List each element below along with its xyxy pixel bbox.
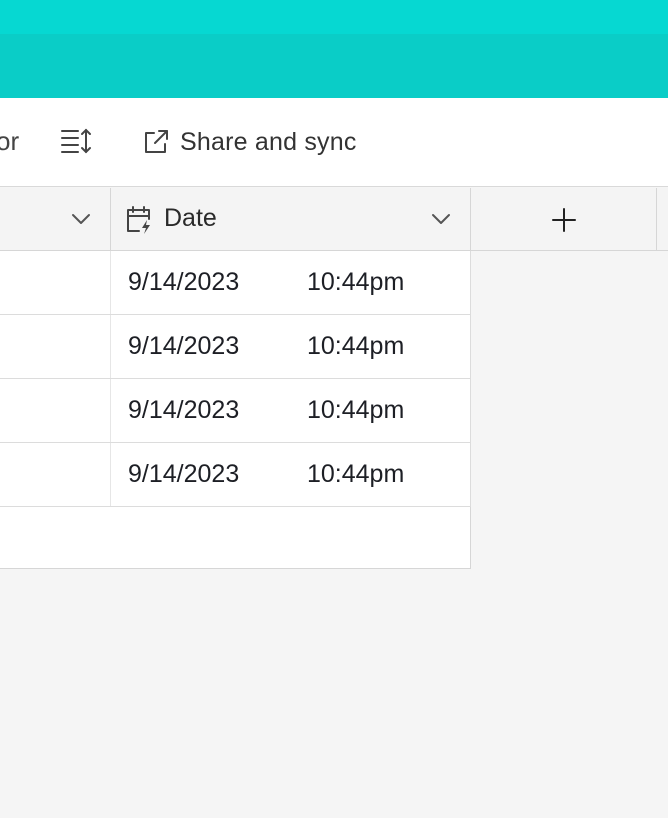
calendar-lightning-icon bbox=[127, 206, 150, 234]
previous-field-cell[interactable] bbox=[0, 443, 111, 506]
previous-field-cell[interactable] bbox=[0, 379, 111, 442]
date-cell[interactable]: 9/14/2023 10:44pm bbox=[111, 315, 471, 378]
view-toolbar: or Share and sync bbox=[0, 98, 668, 187]
share-and-sync-label: Share and sync bbox=[180, 127, 357, 156]
table-row[interactable]: 9/14/2023 10:44pm bbox=[0, 379, 471, 443]
date-value: 9/14/2023 bbox=[128, 460, 240, 488]
previous-field-cell[interactable] bbox=[0, 251, 111, 314]
previous-field-header[interactable] bbox=[0, 188, 111, 251]
chevron-down-icon[interactable] bbox=[430, 210, 452, 228]
table-row[interactable]: 9/14/2023 10:44pm bbox=[0, 315, 471, 379]
time-value: 10:44pm bbox=[307, 396, 405, 424]
plus-icon bbox=[552, 208, 576, 232]
table-tabs-bar bbox=[0, 34, 668, 98]
top-app-bar bbox=[0, 0, 668, 34]
chevron-down-icon[interactable] bbox=[70, 210, 92, 228]
table-row[interactable]: 9/14/2023 10:44pm bbox=[0, 251, 471, 315]
date-value: 9/14/2023 bbox=[128, 268, 240, 296]
date-value: 9/14/2023 bbox=[128, 396, 240, 424]
date-cell[interactable]: 9/14/2023 10:44pm bbox=[111, 251, 471, 314]
app-window: or Share and sync Date 9/14/2023 10:44pm… bbox=[0, 0, 668, 818]
date-field-label: Date bbox=[164, 204, 217, 232]
time-value: 10:44pm bbox=[307, 268, 405, 296]
grid-header-row: Date bbox=[0, 188, 668, 251]
date-cell[interactable]: 9/14/2023 10:44pm bbox=[111, 379, 471, 442]
add-record-row[interactable] bbox=[0, 507, 471, 569]
date-value: 9/14/2023 bbox=[128, 332, 240, 360]
row-height-icon[interactable] bbox=[60, 128, 92, 154]
date-cell[interactable]: 9/14/2023 10:44pm bbox=[111, 443, 471, 506]
date-field-header[interactable]: Date bbox=[111, 188, 471, 251]
add-field-button[interactable] bbox=[471, 188, 657, 251]
grid-rows: 9/14/2023 10:44pm 9/14/2023 10:44pm 9/14… bbox=[0, 251, 471, 569]
time-value: 10:44pm bbox=[307, 460, 405, 488]
share-and-sync-button[interactable]: Share and sync bbox=[142, 124, 357, 160]
table-row[interactable]: 9/14/2023 10:44pm bbox=[0, 443, 471, 507]
time-value: 10:44pm bbox=[307, 332, 405, 360]
truncated-toolbar-button-label[interactable]: or bbox=[0, 126, 19, 157]
previous-field-cell[interactable] bbox=[0, 315, 111, 378]
share-icon bbox=[145, 130, 168, 153]
